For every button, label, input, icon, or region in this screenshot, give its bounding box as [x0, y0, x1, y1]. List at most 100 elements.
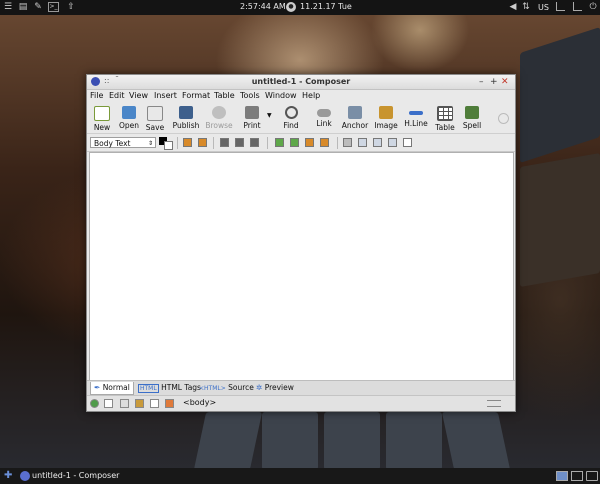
network-icon[interactable]: ⇅ — [521, 2, 531, 12]
bold-icon[interactable] — [220, 138, 229, 147]
image-icon — [379, 106, 393, 119]
paragraph-style-select[interactable]: Body Text ⇕ — [90, 137, 156, 148]
bench-back — [520, 27, 600, 163]
taskbar-item-composer[interactable]: untitled-1 - Composer — [18, 469, 123, 483]
save-icon — [147, 106, 163, 121]
power-icon[interactable]: ⏻ — [588, 2, 598, 12]
folder-icon — [122, 106, 136, 119]
show-desktop-icon[interactable]: ✚ — [4, 470, 12, 481]
throbber-icon — [498, 113, 509, 124]
bench-back — [520, 152, 600, 288]
tab-normal[interactable]: ✒ Normal — [90, 382, 134, 395]
menu-file[interactable]: File — [90, 91, 103, 100]
globe-icon[interactable] — [90, 399, 99, 408]
italic-icon[interactable] — [235, 138, 244, 147]
table-button[interactable]: Table — [433, 106, 457, 132]
html-tags-icon: HTML — [138, 384, 159, 393]
underline-icon[interactable] — [250, 138, 259, 147]
pen-icon: ✒ — [94, 383, 101, 392]
bench-slat — [441, 412, 511, 470]
browse-button[interactable]: Browse — [204, 106, 234, 130]
outdent-icon[interactable] — [305, 138, 314, 147]
print-button[interactable]: Print — [240, 106, 264, 130]
menu-table[interactable]: Table — [214, 91, 235, 100]
spell-button[interactable]: Spell — [460, 106, 484, 130]
up-arrow-icon[interactable]: ⇧ — [66, 2, 76, 12]
menu-view[interactable]: View — [129, 91, 148, 100]
composer-icon[interactable] — [150, 399, 159, 408]
clock-time[interactable]: 2:57:44 AM — [240, 2, 286, 11]
calendar-icon[interactable]: ● — [286, 2, 296, 12]
paragraph-style-value: Body Text — [94, 139, 131, 148]
source-icon: <HTML> — [199, 385, 226, 392]
trash-icon[interactable] — [586, 471, 598, 481]
compose-icon[interactable] — [120, 399, 129, 408]
composer-app-icon — [20, 471, 30, 481]
anchor-button[interactable]: Anchor — [341, 106, 369, 130]
bottom-panel: ✚ untitled-1 - Composer — [0, 468, 600, 484]
bench-slat — [324, 412, 380, 470]
justify-icon[interactable] — [388, 138, 397, 147]
bench-slat — [262, 412, 318, 470]
menu-help[interactable]: Help — [302, 91, 320, 100]
clock-date[interactable]: 11.21.17 Tue — [300, 2, 352, 11]
cpu-monitor-icon[interactable] — [556, 2, 565, 11]
workspace-1-icon[interactable] — [556, 471, 568, 481]
address-book-icon[interactable] — [135, 399, 144, 408]
publish-button[interactable]: Publish — [171, 106, 201, 130]
volume-icon[interactable]: ◀ — [508, 2, 518, 12]
print-dropdown-icon[interactable]: ▼ — [267, 112, 272, 119]
horizontal-line-button[interactable]: H.Line — [403, 106, 429, 128]
separator — [177, 137, 178, 149]
align-left-icon[interactable] — [343, 138, 352, 147]
table-icon — [437, 106, 453, 121]
keyboard-layout[interactable]: US — [538, 3, 549, 12]
main-toolbar: New Open Save Publish Browse Print ▼ Fin… — [87, 104, 515, 134]
mail-icon[interactable] — [104, 399, 113, 408]
bulleted-list-icon[interactable] — [275, 138, 284, 147]
page-layout-icon[interactable] — [403, 138, 412, 147]
tab-preview[interactable]: ✲ Preview — [253, 382, 297, 394]
format-toolbar: Body Text ⇕ — [87, 135, 515, 152]
new-button[interactable]: New — [91, 106, 113, 132]
link-icon — [317, 109, 331, 117]
terminal-icon[interactable]: >_ — [48, 2, 59, 12]
menu-icon[interactable]: ☰ — [3, 2, 13, 12]
top-panel: ☰ ▤ ✎ >_ ⇧ 2:57:44 AM ● 11.21.17 Tue ◀ ⇅… — [0, 0, 600, 15]
menu-tools[interactable]: Tools — [240, 91, 260, 100]
spell-check-icon — [465, 106, 479, 119]
menu-edit[interactable]: Edit — [109, 91, 125, 100]
editor-area[interactable] — [89, 152, 514, 381]
larger-text-icon[interactable] — [198, 138, 207, 147]
link-button[interactable]: Link — [314, 106, 334, 128]
bench-slat — [386, 412, 442, 470]
indent-icon[interactable] — [320, 138, 329, 147]
file-manager-icon[interactable]: ▤ — [18, 2, 28, 12]
image-button[interactable]: Image — [373, 106, 399, 130]
open-button[interactable]: Open — [117, 106, 141, 130]
tab-html-tags[interactable]: HTML HTML Tags — [135, 382, 204, 394]
find-button[interactable]: Find — [280, 106, 302, 130]
resize-grip-icon[interactable] — [487, 400, 501, 407]
html-tag-list[interactable]: <body> — [183, 398, 216, 407]
align-right-icon[interactable] — [373, 138, 382, 147]
numbered-list-icon[interactable] — [290, 138, 299, 147]
close-button[interactable]: ✕ — [501, 76, 509, 88]
maximize-button[interactable]: + — [490, 76, 498, 88]
menu-window[interactable]: Window — [265, 91, 297, 100]
smaller-text-icon[interactable] — [183, 138, 192, 147]
workspace-2-icon[interactable] — [571, 471, 583, 481]
window-title: untitled-1 - Composer — [251, 77, 351, 86]
minimize-button[interactable]: – — [479, 76, 484, 88]
align-center-icon[interactable] — [358, 138, 367, 147]
tab-source[interactable]: <HTML> Source — [196, 382, 257, 394]
background-color-picker[interactable] — [164, 141, 173, 150]
title-bar[interactable]: :: ¯ untitled-1 - Composer – + ✕ — [87, 75, 515, 90]
web-page-icon[interactable] — [165, 399, 174, 408]
memory-monitor-icon[interactable] — [573, 2, 582, 11]
editor-icon[interactable]: ✎ — [33, 2, 43, 12]
menu-insert[interactable]: Insert — [154, 91, 177, 100]
anchor-icon — [348, 106, 362, 119]
menu-format[interactable]: Format — [182, 91, 210, 100]
save-button[interactable]: Save — [144, 106, 166, 132]
